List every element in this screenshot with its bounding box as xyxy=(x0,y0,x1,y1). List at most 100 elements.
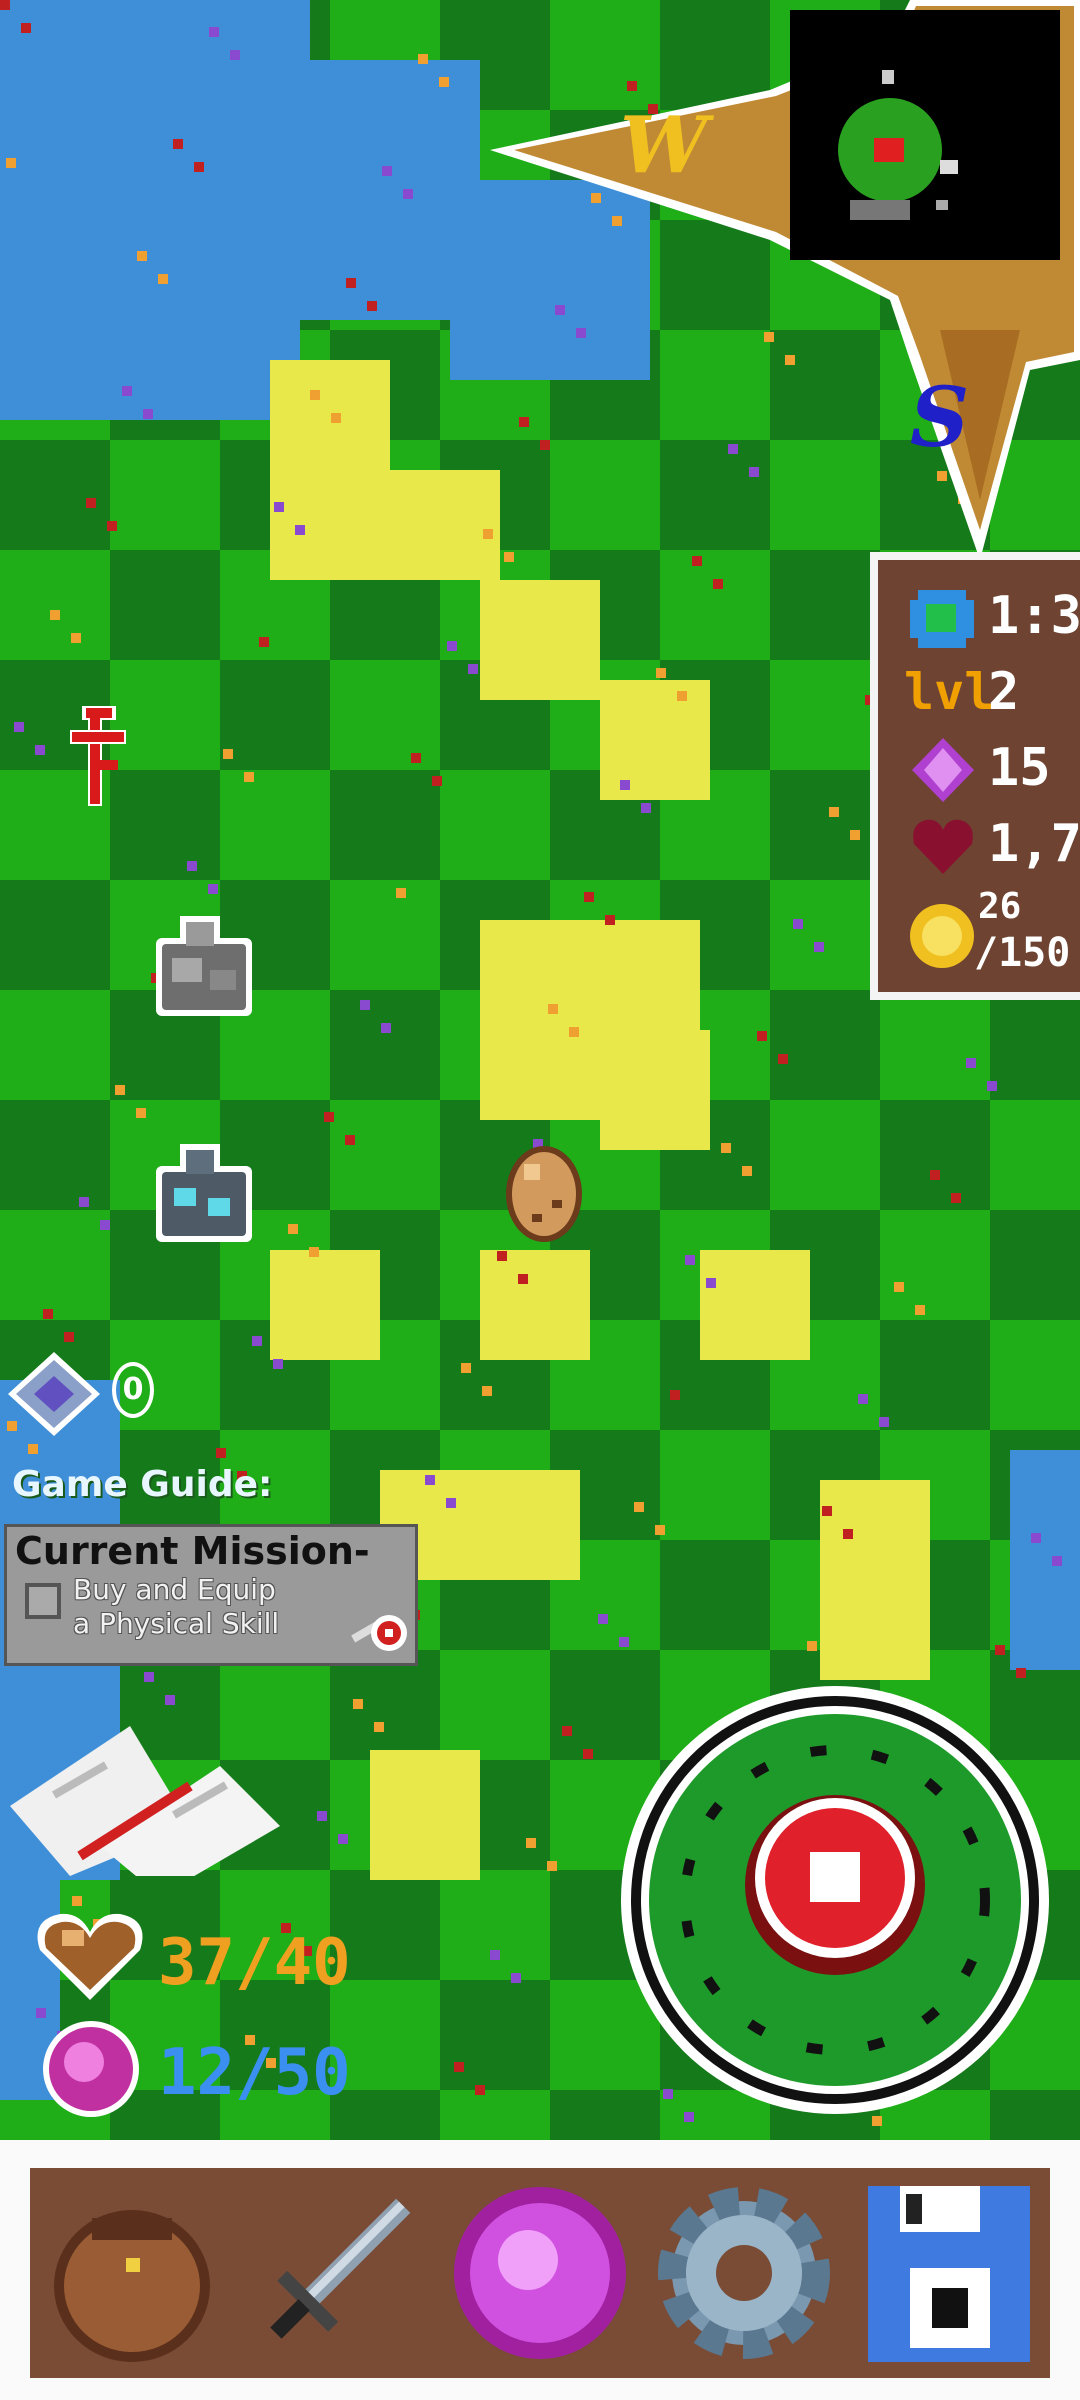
flower-dot xyxy=(454,2062,464,2072)
flower-dot xyxy=(137,251,147,261)
terrain-tile xyxy=(330,1650,440,1760)
flower-dot xyxy=(122,386,132,396)
flower-dot xyxy=(136,1108,146,1118)
inventory-bag-button[interactable] xyxy=(30,2168,234,2378)
flower-dot xyxy=(72,1896,82,1906)
stone-rock-icon[interactable] xyxy=(150,910,260,1020)
level-icon: lvl xyxy=(904,663,995,721)
spell-book-icon[interactable] xyxy=(10,1696,280,1896)
flower-dot xyxy=(605,915,615,925)
flower-dot xyxy=(518,1274,528,1284)
flower-dot xyxy=(86,498,96,508)
terrain-tile xyxy=(0,440,110,550)
flower-dot xyxy=(252,1336,262,1346)
flower-dot xyxy=(793,919,803,929)
settings-button[interactable] xyxy=(642,2168,846,2378)
flower-dot xyxy=(295,525,305,535)
flower-dot xyxy=(995,1645,1005,1655)
purple-gem-icon xyxy=(912,738,974,802)
weapons-button[interactable] xyxy=(234,2168,438,2378)
magic-orb-icon xyxy=(454,2187,626,2359)
flower-dot xyxy=(382,166,392,176)
heart-icon xyxy=(913,819,973,874)
flower-dot xyxy=(656,668,666,678)
stat-health-multiplier: 1,7 xyxy=(878,808,1080,880)
flower-dot xyxy=(598,1614,608,1624)
flower-dot xyxy=(317,1811,327,1821)
attack-button[interactable] xyxy=(740,1790,930,1980)
flower-dot xyxy=(432,776,442,786)
flower-dot xyxy=(858,1394,868,1404)
flower-dot xyxy=(721,1143,731,1153)
player-character[interactable] xyxy=(502,1142,587,1247)
flower-dot xyxy=(374,1722,384,1732)
sand-tile xyxy=(600,680,710,800)
sand-tile xyxy=(270,1250,380,1360)
flower-dot xyxy=(814,942,824,952)
flower-dot xyxy=(482,1386,492,1396)
flower-dot xyxy=(778,1054,788,1064)
bottom-toolbar xyxy=(0,2140,1080,2400)
crystal-counter[interactable]: 0 xyxy=(4,1344,164,1444)
terrain-tile xyxy=(770,770,880,880)
health-heart-icon xyxy=(37,1913,143,2000)
sand-tile xyxy=(270,360,390,580)
flower-dot xyxy=(713,579,723,589)
flower-dot xyxy=(259,637,269,647)
flower-dot xyxy=(742,1166,752,1176)
health-multiplier-value: 1,7 xyxy=(988,814,1080,874)
flower-dot xyxy=(79,1197,89,1207)
terrain-tile xyxy=(0,1100,110,1210)
game-world[interactable]: W S 1:3 lvl 2 15 1,7 26 /150 0 Game Guid… xyxy=(0,0,1080,2140)
compass-west-label: W xyxy=(620,100,708,191)
sand-tile xyxy=(480,580,600,700)
flower-dot xyxy=(475,2085,485,2095)
compass-south-label: S xyxy=(910,370,970,466)
water-tile xyxy=(110,0,310,120)
flower-dot xyxy=(583,1749,593,1759)
flower-dot xyxy=(396,888,406,898)
sand-tile xyxy=(700,1250,810,1360)
flower-dot xyxy=(360,1000,370,1010)
flower-dot xyxy=(143,409,153,419)
terrain-tile xyxy=(990,990,1080,1100)
ore-rock-icon[interactable] xyxy=(150,1140,260,1245)
flower-dot xyxy=(273,1359,283,1369)
flower-dot xyxy=(367,301,377,311)
flower-dot xyxy=(0,0,10,10)
terrain-tile xyxy=(770,990,880,1100)
flower-dot xyxy=(187,861,197,871)
terrain-tile xyxy=(880,1320,990,1430)
flower-dot xyxy=(987,1081,997,1091)
mana-orb-icon xyxy=(43,2021,139,2117)
flower-dot xyxy=(158,274,168,284)
flower-dot xyxy=(209,27,219,37)
flower-dot xyxy=(403,189,413,199)
flower-dot xyxy=(850,830,860,840)
flower-dot xyxy=(461,1363,471,1373)
bag-icon xyxy=(54,2210,210,2362)
terrain-tile xyxy=(330,990,440,1100)
crystal-count: 0 xyxy=(112,1362,154,1418)
flower-dot xyxy=(274,502,284,512)
flower-dot xyxy=(6,158,16,168)
flower-dot xyxy=(685,1255,695,1265)
flower-dot xyxy=(829,807,839,817)
save-disk-icon xyxy=(868,2186,1030,2362)
minimap[interactable] xyxy=(790,10,1060,260)
flower-dot xyxy=(100,1220,110,1230)
flower-dot xyxy=(894,1282,904,1292)
red-key-icon[interactable] xyxy=(62,700,132,810)
current-mission-box[interactable]: Current Mission- Buy and Equip a Physica… xyxy=(4,1524,418,1666)
stat-area: 1:3 xyxy=(878,580,1080,652)
flower-dot xyxy=(338,1834,348,1844)
flower-dot xyxy=(194,162,204,172)
flower-dot xyxy=(1052,1556,1062,1566)
terrain-tile xyxy=(330,770,440,880)
save-button[interactable] xyxy=(846,2168,1050,2378)
flower-dot xyxy=(468,664,478,674)
water-tile xyxy=(1010,1450,1080,1670)
flower-dot xyxy=(331,413,341,423)
game-guide-title: Game Guide: xyxy=(12,1464,273,1505)
magic-button[interactable] xyxy=(438,2168,642,2378)
